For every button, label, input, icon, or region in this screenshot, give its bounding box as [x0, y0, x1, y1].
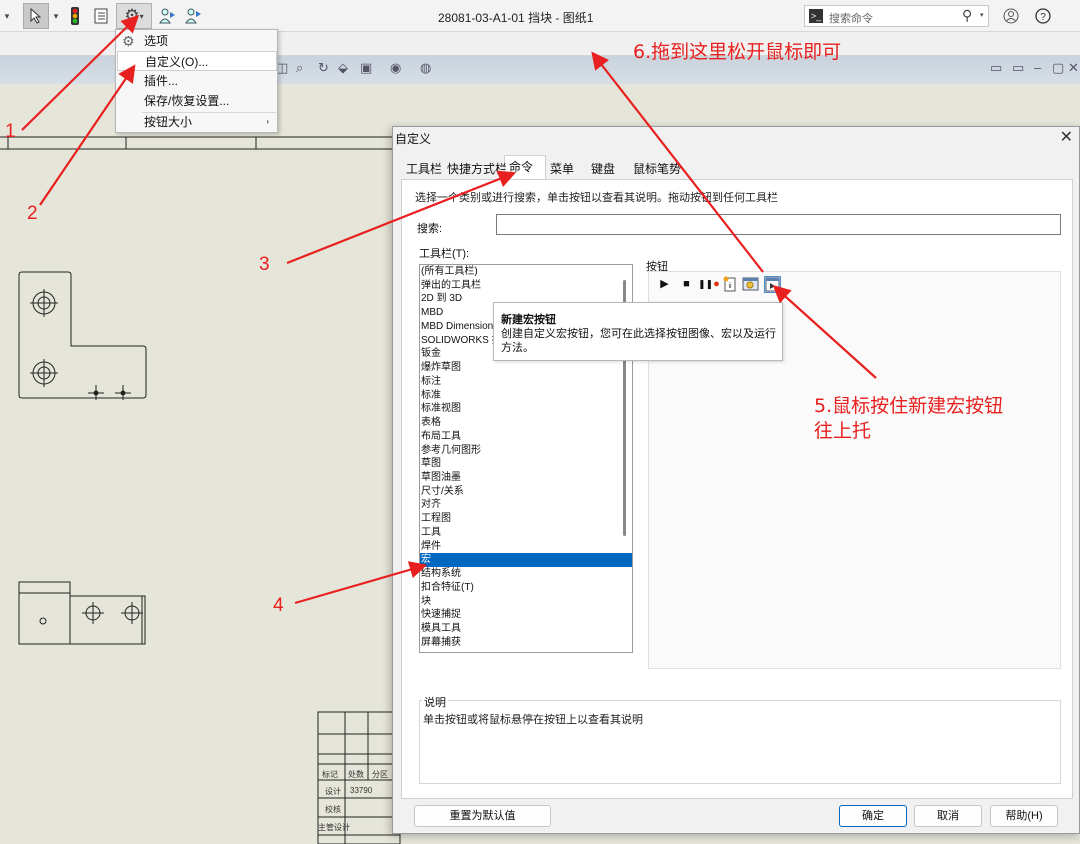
annotation-step-4: 4 [273, 595, 284, 616]
annotation-step-6: 6.拖到这里松开鼠标即可 [633, 41, 841, 63]
annotation-step-3: 3 [259, 254, 270, 275]
annotation-step-1: 1 [5, 121, 16, 142]
annotation-arrows: 1 2 3 4 5.鼠标按住新建宏按钮 往上托 6.拖到这里松开鼠标即可 [5, 14, 1003, 616]
annotation-step-5-line2: 往上托 [814, 420, 871, 442]
annotation-step-2: 2 [27, 203, 38, 224]
annotation-step-5-line1: 5.鼠标按住新建宏按钮 [814, 395, 1003, 417]
